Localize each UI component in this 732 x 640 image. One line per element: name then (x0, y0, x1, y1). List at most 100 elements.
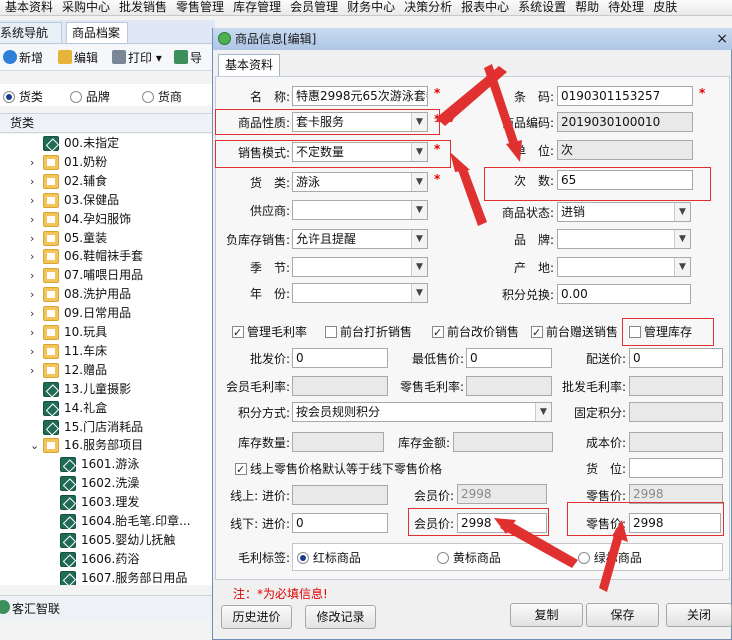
category-select[interactable]: 游泳 ▼ (292, 172, 428, 192)
offline-in-field[interactable]: 0 (292, 513, 388, 533)
tree-item[interactable]: 14.礼盒 (0, 399, 215, 418)
negative-stock-select[interactable]: 允许且提醒 ▼ (292, 229, 428, 249)
origin-select[interactable]: ▼ (557, 257, 691, 277)
tree-item-label: 1603.理发 (81, 495, 140, 510)
menu-item[interactable]: 财务中心 (342, 0, 399, 15)
menu-item[interactable]: 帮助 (570, 0, 603, 15)
tree-item[interactable]: 1601.游泳 (0, 455, 215, 474)
tag-yellow[interactable]: 黄标商品 (437, 549, 501, 567)
print-button[interactable]: 打印 ▾ (112, 49, 162, 67)
radio-category[interactable]: 货类 (3, 88, 43, 105)
tree-item[interactable]: 1604.胎毛笔.印章... (0, 512, 215, 531)
tree-item[interactable]: ⌄ 16.服务部项目 (0, 436, 215, 455)
tree-item[interactable]: › 06.鞋帽袜手套 (0, 247, 215, 266)
tab-navigation-map[interactable]: 系统导航图 (0, 22, 62, 60)
brand-select[interactable]: ▼ (557, 229, 691, 249)
tree-item[interactable]: › 07.哺喂日用品 (0, 266, 215, 285)
tree-item[interactable]: › 02.辅食 (0, 172, 215, 191)
tree-item[interactable]: › 11.车床 (0, 342, 215, 361)
chevron-right-icon[interactable]: › (30, 266, 40, 285)
menu-item[interactable]: 采购中心 (57, 0, 114, 15)
tab-product-archive[interactable]: 商品档案 (66, 22, 128, 43)
check-label: 前台赠送销售 (546, 325, 619, 339)
chevron-right-icon[interactable]: › (30, 285, 40, 304)
radio-vendor[interactable]: 货商 (142, 88, 182, 105)
check-online-price-default[interactable]: 线上零售价格默认等于线下零售价格 (235, 460, 442, 479)
check-front-gift[interactable]: 前台赠送销售 (531, 323, 619, 342)
tree-item[interactable]: 15.门店消耗品 (0, 418, 215, 437)
wholesale-label: 批发价: (249, 352, 290, 366)
new-button[interactable]: 新增 (3, 49, 43, 67)
menu-item[interactable]: 报表中心 (456, 0, 513, 15)
chevron-right-icon[interactable]: › (30, 153, 40, 172)
chevron-right-icon[interactable]: › (30, 210, 40, 229)
chevron-right-icon[interactable]: › (30, 229, 40, 248)
menu-item[interactable]: 零售管理 (171, 0, 228, 15)
tree-item[interactable]: 13.儿童摄影 (0, 380, 215, 399)
tree-item[interactable]: 1603.理发 (0, 493, 215, 512)
category-tree[interactable]: 00.未指定 › 01.奶粉 › 02.辅食 › 03.保健品 › 04.孕妇服饰 › 05.童装 ›… (0, 134, 215, 585)
menu-item[interactable]: 库存管理 (228, 0, 285, 15)
year-select[interactable]: ▼ (292, 283, 428, 303)
menu-item[interactable]: 基本资料 (0, 0, 57, 15)
chevron-right-icon[interactable]: › (30, 323, 40, 342)
close-button[interactable]: 关闭 (666, 603, 732, 627)
tree-item[interactable]: › 08.洗护用品 (0, 285, 215, 304)
history-price-button[interactable]: 历史进价 (221, 605, 292, 629)
cost-field (629, 432, 723, 452)
stock-amount-label: 库存金额: (397, 436, 450, 450)
required-mark: * (434, 172, 441, 186)
export-button[interactable]: 导 (174, 49, 202, 67)
tree-item[interactable]: 1606.药浴 (0, 550, 215, 569)
radio-brand[interactable]: 品牌 (70, 88, 110, 105)
check-front-price-change[interactable]: 前台改价销售 (432, 323, 519, 342)
save-button[interactable]: 保存 (586, 603, 659, 627)
points-mode-select[interactable]: 按会员规则积分 ▼ (292, 402, 552, 422)
status-select[interactable]: 进销 ▼ (557, 202, 691, 222)
tree-item[interactable]: › 04.孕妇服饰 (0, 210, 215, 229)
tree-item[interactable]: › 09.日常用品 (0, 304, 215, 323)
season-select[interactable]: ▼ (292, 257, 428, 277)
supplier-select[interactable]: ▼ (292, 200, 428, 220)
min-price-field[interactable]: 0 (466, 348, 552, 368)
menu-item[interactable]: 系统设置 (513, 0, 570, 15)
tree-item[interactable]: 1602.洗澡 (0, 474, 215, 493)
tree-item[interactable]: › 10.玩具 (0, 323, 215, 342)
chevron-right-icon[interactable]: › (30, 191, 40, 210)
points-field[interactable]: 0.00 (557, 284, 691, 304)
copy-button[interactable]: 复制 (510, 603, 583, 627)
tree-item[interactable]: › 12.赠品 (0, 361, 215, 380)
tree-item[interactable]: 1605.婴幼儿抚触 (0, 531, 215, 550)
check-front-discount[interactable]: 前台打折销售 (325, 323, 412, 341)
tag-red[interactable]: 红标商品 (297, 549, 361, 567)
modify-log-button[interactable]: 修改记录 (305, 605, 376, 629)
menu-item[interactable]: 皮肤 (648, 0, 681, 15)
dialog-close-icon[interactable]: × (716, 28, 728, 50)
chevron-right-icon[interactable]: › (30, 342, 40, 361)
tag-green[interactable]: 绿标商品 (578, 549, 642, 567)
menu-item[interactable]: 决策分析 (399, 0, 456, 15)
chevron-right-icon[interactable]: › (30, 172, 40, 191)
tree-item-label: 09.日常用品 (64, 306, 132, 321)
tree-item[interactable]: 1607.服务部日用品 (0, 569, 215, 585)
tab-basic-info[interactable]: 基本资料 (218, 54, 281, 76)
delivery-field[interactable]: 0 (629, 348, 723, 368)
tree-item[interactable]: › 03.保健品 (0, 191, 215, 210)
wholesale-field[interactable]: 0 (292, 348, 388, 368)
menu-item[interactable]: 批发销售 (114, 0, 171, 15)
tree-item[interactable]: › 01.奶粉 (0, 153, 215, 172)
chevron-right-icon[interactable]: › (30, 247, 40, 266)
position-field[interactable] (629, 458, 723, 478)
chevron-right-icon[interactable]: › (30, 304, 40, 323)
check-manage-margin[interactable]: 管理毛利率 (232, 323, 308, 342)
chevron-right-icon[interactable]: › (30, 361, 40, 380)
barcode-field[interactable]: 0190301153257 (557, 86, 693, 106)
tree-item[interactable]: 00.未指定 (0, 134, 215, 153)
check-label: 管理毛利率 (247, 325, 308, 339)
menu-item[interactable]: 待处理 (603, 0, 648, 15)
chevron-down-icon[interactable]: ⌄ (30, 436, 40, 455)
tree-item[interactable]: › 05.童装 (0, 229, 215, 248)
name-field[interactable]: 特惠2998元65次游泳套餐 (292, 86, 428, 106)
edit-button[interactable]: 编辑 (58, 49, 98, 67)
menu-item[interactable]: 会员管理 (285, 0, 342, 15)
